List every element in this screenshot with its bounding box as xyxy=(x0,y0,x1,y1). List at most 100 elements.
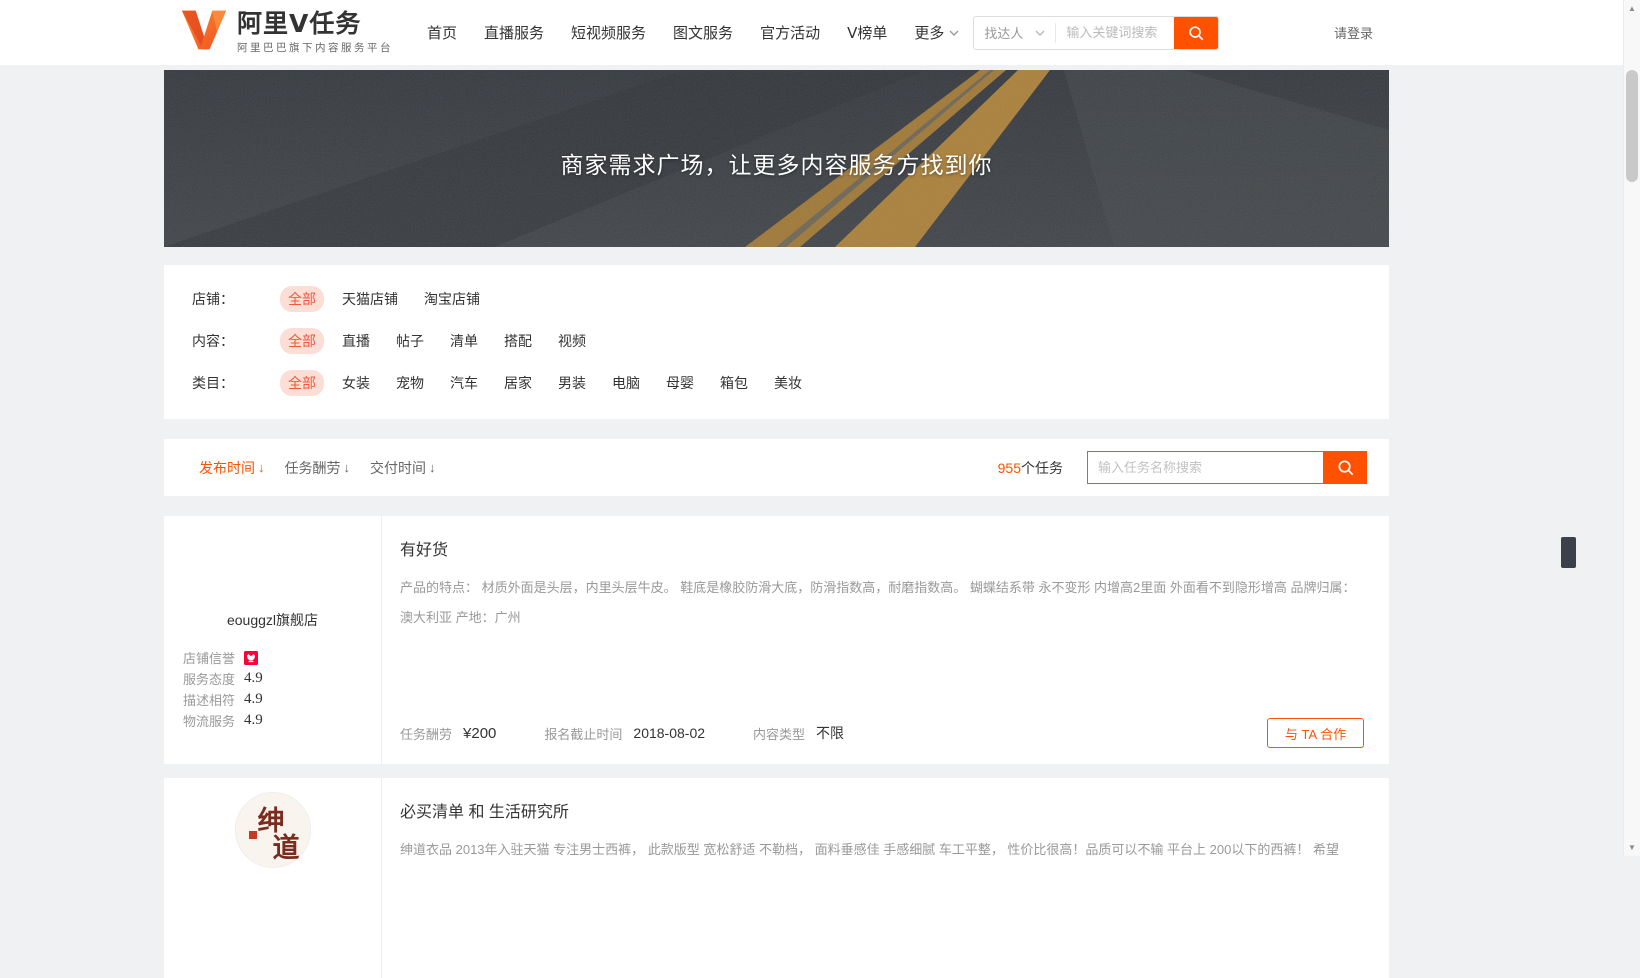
filter-option[interactable]: 美妆 xyxy=(766,370,810,396)
global-search: 找达人 xyxy=(973,16,1219,50)
search-icon xyxy=(1187,24,1205,42)
chevron-down-icon xyxy=(949,30,959,36)
page-content: 商家需求广场，让更多内容服务方找到你 店铺： 全部天猫店铺淘宝店铺 内容： 全部… xyxy=(164,70,1389,978)
filter-option[interactable]: 女装 xyxy=(334,370,378,396)
reputation-label: 店铺信誉 xyxy=(183,648,235,667)
sort-by-delivery-time[interactable]: 交付时间 ↓ xyxy=(370,458,436,478)
filter-option[interactable]: 帖子 xyxy=(388,328,432,354)
keyword-search-input[interactable] xyxy=(1056,25,1174,40)
rating-value: 4.9 xyxy=(244,712,263,729)
search-category-dropdown[interactable]: 找达人 xyxy=(974,23,1056,43)
filter-label: 店铺： xyxy=(192,289,280,309)
nav-link[interactable]: 图文服务 xyxy=(673,22,733,43)
tmall-badge-icon xyxy=(244,651,258,665)
filter-option[interactable]: 天猫店铺 xyxy=(334,286,406,312)
arrow-down-icon: ↓ xyxy=(344,460,351,475)
sort-by-publish-time[interactable]: 发布时间 ↓ xyxy=(199,458,265,478)
scroll-down-arrow-icon[interactable]: ▼ xyxy=(1624,839,1640,856)
filter-option[interactable]: 男装 xyxy=(550,370,594,396)
site-logo[interactable]: 阿里Ⅴ任务 阿里巴巴旗下内容服务平台 xyxy=(180,8,393,57)
sort-label: 交付时间 xyxy=(370,458,426,478)
filter-option[interactable]: 视频 xyxy=(550,328,594,354)
filter-option[interactable]: 居家 xyxy=(496,370,540,396)
hero-title: 商家需求广场，让更多内容服务方找到你 xyxy=(164,146,1389,180)
filter-panel: 店铺： 全部天猫店铺淘宝店铺 内容： 全部直播帖子清单搭配视频 类目： 全部女装… xyxy=(164,265,1389,419)
task-title[interactable]: 必买清单 和 生活研究所 xyxy=(400,798,1364,822)
shop-panel: 绅 道 xyxy=(164,778,381,978)
task-count: 955个任务 xyxy=(998,458,1063,478)
nav-link[interactable]: Ⅴ榜单 xyxy=(847,22,887,43)
rating-value: 4.9 xyxy=(244,670,263,687)
pay-label: 任务酬劳 xyxy=(400,724,452,743)
nav-more-menu[interactable]: 更多 xyxy=(914,22,959,43)
filter-label: 类目： xyxy=(192,373,280,393)
rating-row: 物流服务 4.9 xyxy=(183,710,381,731)
rating-row: 描述相符 4.9 xyxy=(183,689,381,710)
shop-logo[interactable]: 绅 道 xyxy=(235,792,311,868)
rating-label: 服务态度 xyxy=(183,669,235,688)
nav-link[interactable]: 短视频服务 xyxy=(571,22,646,43)
main-nav: 首页 直播服务 短视频服务 图文服务 官方活动 Ⅴ榜单 xyxy=(427,22,887,43)
filter-row-category: 类目： 全部女装宠物汽车居家男装电脑母婴箱包美妆 xyxy=(192,362,1389,404)
filter-option[interactable]: 宠物 xyxy=(388,370,432,396)
filter-option[interactable]: 清单 xyxy=(442,328,486,354)
chevron-down-icon xyxy=(1035,30,1045,36)
floating-side-widget[interactable] xyxy=(1561,537,1576,568)
rating-label: 物流服务 xyxy=(183,711,235,730)
nav-link[interactable]: 官方活动 xyxy=(760,22,820,43)
shop-name[interactable]: eouggzl旗舰店 xyxy=(164,610,381,630)
nav-link[interactable]: 首页 xyxy=(427,22,457,43)
task-details: 必买清单 和 生活研究所 绅道衣品 2013年入驻天猫 专注男士西裤， 此款版型… xyxy=(381,778,1389,978)
task-card: eouggzl旗舰店 店铺信誉 服务态度 4.9 描述相符 4.9 xyxy=(164,516,1389,764)
logo-subtitle: 阿里巴巴旗下内容服务平台 xyxy=(237,40,393,55)
task-description: 绅道衣品 2013年入驻天猫 专注男士西裤， 此款版型 宽松舒适 不勒档， 面料… xyxy=(400,835,1358,865)
filter-options-content: 全部直播帖子清单搭配视频 xyxy=(280,328,604,354)
deadline-value: 2018-08-02 xyxy=(633,725,705,741)
rating-value: 4.9 xyxy=(244,691,263,708)
scroll-up-arrow-icon[interactable]: ▲ xyxy=(1624,0,1640,17)
filter-row-shop: 店铺： 全部天猫店铺淘宝店铺 xyxy=(192,278,1389,320)
logo-title: 阿里Ⅴ任务 xyxy=(237,11,393,37)
arrow-down-icon: ↓ xyxy=(258,460,265,475)
filter-option[interactable]: 全部 xyxy=(280,286,324,312)
filter-row-content: 内容： 全部直播帖子清单搭配视频 xyxy=(192,320,1389,362)
task-count-number: 955 xyxy=(998,460,1021,476)
top-navbar: 阿里Ⅴ任务 阿里巴巴旗下内容服务平台 首页 直播服务 短视频服务 图文服务 官方活动 Ⅴ榜… xyxy=(0,0,1640,65)
scrollbar-thumb[interactable] xyxy=(1626,70,1638,182)
filter-option[interactable]: 电脑 xyxy=(604,370,648,396)
filter-option[interactable]: 搭配 xyxy=(496,328,540,354)
seal-stamp-icon xyxy=(249,831,257,839)
task-search-input[interactable] xyxy=(1087,451,1323,484)
cooperate-button[interactable]: 与 TA 合作 xyxy=(1267,718,1364,748)
task-title[interactable]: 有好货 xyxy=(400,536,1364,560)
filter-options-category: 全部女装宠物汽车居家男装电脑母婴箱包美妆 xyxy=(280,370,820,396)
filter-option[interactable]: 全部 xyxy=(280,328,324,354)
arrow-down-icon: ↓ xyxy=(429,460,436,475)
sort-by-reward[interactable]: 任务酬劳 ↓ xyxy=(285,458,351,478)
sort-label: 任务酬劳 xyxy=(285,458,341,478)
shop-panel: eouggzl旗舰店 店铺信誉 服务态度 4.9 描述相符 4.9 xyxy=(164,516,381,764)
task-description: 产品的特点： 材质外面是头层，内里头层牛皮。 鞋底是橡胶防滑大底，防滑指数高，耐… xyxy=(400,573,1358,633)
filter-option[interactable]: 全部 xyxy=(280,370,324,396)
shop-ratings: 店铺信誉 服务态度 4.9 描述相符 4.9 物流服务 xyxy=(183,647,381,731)
rating-label: 描述相符 xyxy=(183,690,235,709)
content-type-value: 不限 xyxy=(816,723,844,743)
task-search-button[interactable] xyxy=(1323,451,1367,484)
search-button[interactable] xyxy=(1174,16,1218,50)
rating-row: 服务态度 4.9 xyxy=(183,668,381,689)
task-meta: 任务酬劳 ¥200 报名截止时间 2018-08-02 内容类型 不限 xyxy=(400,718,1364,748)
filter-option[interactable]: 箱包 xyxy=(712,370,756,396)
sort-label: 发布时间 xyxy=(199,458,255,478)
filter-option[interactable]: 直播 xyxy=(334,328,378,354)
search-category-label: 找达人 xyxy=(984,23,1023,42)
vertical-scrollbar[interactable]: ▲ ▼ xyxy=(1623,0,1640,856)
hero-banner: 商家需求广场，让更多内容服务方找到你 xyxy=(164,70,1389,247)
filter-option[interactable]: 母婴 xyxy=(658,370,702,396)
filter-option[interactable]: 汽车 xyxy=(442,370,486,396)
nav-link[interactable]: 直播服务 xyxy=(484,22,544,43)
login-link[interactable]: 请登录 xyxy=(1334,23,1373,42)
deadline-label: 报名截止时间 xyxy=(544,724,622,743)
task-card: 绅 道 必买清单 和 生活研究所 绅道衣品 2013年入驻天猫 专注男士西裤， … xyxy=(164,778,1389,978)
filter-options-shop: 全部天猫店铺淘宝店铺 xyxy=(280,286,498,312)
filter-option[interactable]: 淘宝店铺 xyxy=(416,286,488,312)
